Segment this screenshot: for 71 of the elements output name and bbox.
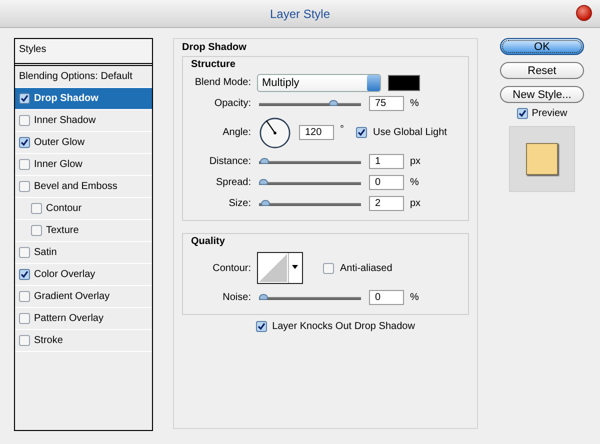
checkbox[interactable]: [19, 335, 30, 346]
checkbox[interactable]: [19, 291, 30, 302]
blend-mode-dropdown[interactable]: Multiply: [257, 74, 381, 92]
close-icon[interactable]: [576, 5, 592, 21]
field-label: Size:: [228, 198, 251, 209]
style-item[interactable]: Pattern Overlay: [15, 308, 152, 330]
window-title: Layer Style: [270, 6, 330, 20]
contour-picker[interactable]: [257, 252, 303, 284]
slider-thumb[interactable]: [260, 200, 270, 206]
angle-dial[interactable]: [259, 116, 291, 148]
style-item[interactable]: Inner Shadow: [15, 110, 152, 132]
number-field[interactable]: 2: [369, 196, 404, 211]
checkbox[interactable]: [19, 247, 30, 258]
dialog-button[interactable]: Reset: [500, 62, 584, 79]
style-item[interactable]: Gradient Overlay: [15, 286, 152, 308]
checkbox[interactable]: [516, 108, 528, 119]
slider-thumb[interactable]: [259, 178, 268, 184]
checkbox-label: Use Global Light: [373, 127, 447, 138]
checkbox[interactable]: [19, 269, 30, 280]
list-header: Styles: [15, 39, 152, 66]
checkbox[interactable]: [19, 181, 30, 192]
style-item[interactable]: Inner Glow: [15, 154, 152, 176]
style-item[interactable]: Stroke: [15, 330, 152, 352]
field-label: Opacity:: [213, 98, 251, 109]
checkbox[interactable]: [19, 159, 30, 170]
style-item[interactable]: Outer Glow: [15, 132, 152, 154]
checkbox[interactable]: [31, 203, 42, 214]
checkbox[interactable]: [19, 313, 30, 324]
checkbox[interactable]: [356, 127, 367, 138]
style-item[interactable]: Contour: [15, 198, 152, 220]
field-label: Spread:: [214, 177, 251, 188]
spinner-icon: [367, 74, 380, 90]
checkbox[interactable]: [19, 115, 30, 126]
field-label: Distance:: [208, 156, 251, 167]
checkbox-label: Layer Knocks Out Drop Shadow: [272, 321, 415, 332]
style-item[interactable]: Color Overlay: [15, 264, 152, 286]
checkbox[interactable]: [323, 262, 334, 274]
checkbox[interactable]: [256, 321, 268, 332]
slider-thumb[interactable]: [328, 100, 338, 106]
group-title: Quality: [191, 236, 226, 249]
style-item[interactable]: Texture: [15, 220, 152, 242]
slider-thumb[interactable]: [259, 294, 268, 300]
style-item[interactable]: Drop Shadow: [15, 88, 152, 110]
unit-label: %: [410, 292, 419, 303]
number-field[interactable]: 1: [369, 154, 404, 169]
dialog-button[interactable]: OK: [500, 38, 584, 55]
unit-label: %: [410, 177, 419, 188]
dialog-button[interactable]: New Style...: [500, 86, 584, 103]
unit-label: px: [410, 198, 421, 209]
number-field[interactable]: 120: [299, 125, 334, 140]
unit-label: px: [410, 156, 421, 167]
style-item[interactable]: Bevel and Emboss: [15, 176, 152, 198]
field-label: Angle:: [222, 127, 251, 138]
checkbox-label: Anti-aliased: [340, 262, 392, 274]
checkbox-label: Preview: [532, 108, 568, 119]
checkbox[interactable]: [19, 137, 30, 148]
style-item[interactable]: Satin: [15, 242, 152, 264]
number-field[interactable]: 0: [369, 290, 404, 305]
field-label: Noise:: [222, 292, 251, 303]
section-title: Drop Shadow: [182, 42, 248, 55]
unit-label: %: [410, 98, 419, 109]
group-title: Structure: [191, 59, 236, 72]
checkbox[interactable]: [19, 93, 30, 104]
number-field[interactable]: 0: [369, 175, 404, 190]
number-field[interactable]: 75: [369, 96, 404, 111]
field-label: Contour:: [212, 262, 251, 274]
checkbox[interactable]: [31, 225, 42, 236]
slider-thumb[interactable]: [260, 158, 269, 164]
field-label: Blend Mode:: [194, 77, 251, 88]
unit-label: °: [340, 124, 344, 135]
color-swatch[interactable]: [388, 74, 420, 90]
